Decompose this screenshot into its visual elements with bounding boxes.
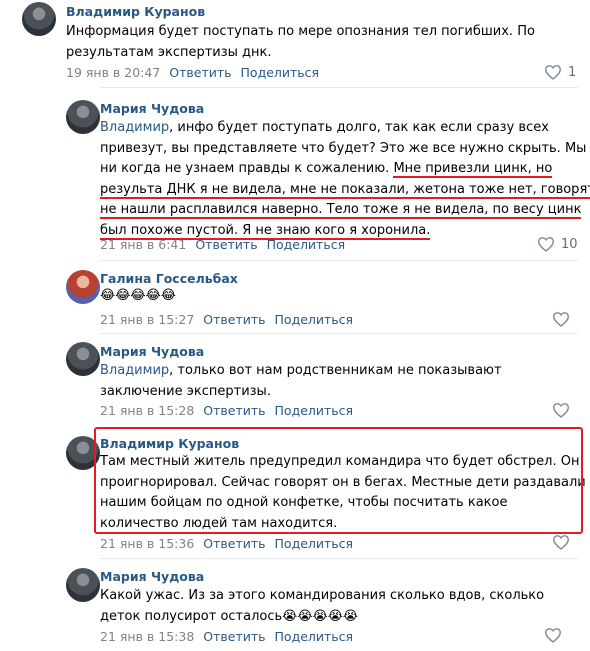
comment-line: не нашли расплавился наверно. Тело тоже … — [100, 200, 590, 221]
divider — [100, 87, 578, 88]
comment-date[interactable]: 21 янв в 15:28 — [100, 403, 194, 418]
like-count: 10 — [561, 236, 578, 252]
comment-author[interactable]: Владимир Куранов — [66, 4, 205, 19]
comment-line: привезут, вы представляете что будет? Эт… — [100, 140, 587, 156]
underlined-text: результа ДНК я не видела, мне не показал… — [100, 181, 590, 199]
like-button[interactable] — [544, 627, 562, 643]
comment-author[interactable]: Мария Чудова — [100, 344, 204, 359]
comment-author[interactable]: Мария Чудова — [100, 101, 204, 116]
like-button[interactable] — [552, 402, 570, 418]
share-button[interactable]: Поделиться — [275, 629, 354, 644]
heart-icon — [552, 403, 570, 418]
divider — [100, 558, 578, 559]
share-button[interactable]: Поделиться — [267, 237, 346, 252]
comment-line: деток полусирот осталось😭😭😭😭😭 — [100, 608, 359, 624]
comment-date[interactable]: 21 янв в 15:38 — [100, 629, 194, 644]
comment-meta: 21 янв в 15:28 Ответить Поделиться — [100, 403, 353, 418]
comment-meta: 21 янв в 15:36 Ответить Поделиться — [100, 536, 353, 551]
divider — [100, 333, 578, 334]
comment-line: Какой ужас. Из за этого командирования с… — [100, 588, 545, 603]
reply-button[interactable]: Ответить — [203, 536, 265, 551]
reply-button[interactable]: Ответить — [203, 312, 265, 327]
comment-date[interactable]: 21 янв в 15:27 — [100, 312, 194, 327]
like-button[interactable]: 10 — [537, 236, 578, 252]
comment-text: Информация будет поступать по мере опозн… — [66, 22, 535, 63]
divider — [100, 260, 578, 261]
comment-line: заключение экспертизы. — [100, 383, 271, 399]
comment-author[interactable]: Галина Госсельбах — [100, 271, 238, 286]
comment: Владимир Куранов Информация будет поступ… — [0, 0, 590, 96]
comment-line: ни когда не узнаем правды к сожалению. М… — [100, 161, 553, 178]
share-button[interactable]: Поделиться — [275, 312, 354, 327]
heart-icon — [544, 65, 562, 80]
comment-date[interactable]: 21 янв в 15:36 — [100, 536, 194, 551]
comment-line: результатам экспертизы днк. — [66, 44, 272, 60]
heart-icon — [544, 628, 562, 643]
share-button[interactable]: Поделиться — [275, 403, 354, 418]
comment-meta: 21 янв в 6:41 Ответить Поделиться — [100, 237, 345, 252]
heart-icon — [537, 237, 555, 252]
avatar[interactable] — [22, 2, 56, 36]
comment: Галина Госсельбах 😂😂😂😂😂 21 янв в 15:27 От… — [0, 266, 590, 338]
comment-meta: 19 янв в 20:47 Ответить Поделиться — [66, 65, 319, 80]
reply-addressee[interactable]: Владимир — [100, 120, 169, 135]
reply-button[interactable]: Ответить — [169, 65, 231, 80]
share-button[interactable]: Поделиться — [241, 65, 320, 80]
underlined-text: не нашли расплавился наверно. Тело тоже … — [100, 202, 582, 219]
like-button[interactable] — [552, 534, 570, 550]
like-count: 1 — [568, 64, 577, 80]
comment-author[interactable]: Мария Чудова — [100, 569, 204, 584]
underlined-text: Мне привезли цинк, но — [393, 161, 553, 178]
reply-button[interactable]: Ответить — [203, 403, 265, 418]
share-button[interactable]: Поделиться — [275, 536, 354, 551]
avatar[interactable] — [66, 100, 100, 134]
heart-icon — [552, 312, 570, 327]
reply-addressee[interactable]: Владимир — [100, 363, 169, 378]
heart-icon — [552, 535, 570, 550]
comment: Мария Чудова Какой ужас. Из за этого ком… — [0, 562, 590, 651]
avatar[interactable] — [66, 342, 100, 376]
emoji-group: 😭😭😭😭😭 — [282, 608, 359, 624]
comment: Мария Чудова Владимир, инфо будет поступ… — [0, 96, 590, 266]
comment-text: Владимир, только вот нам родственникам н… — [100, 361, 502, 402]
comment-line: Владимир, только вот нам родственникам н… — [100, 363, 502, 378]
comment-line: результа ДНК я не видела, мне не показал… — [100, 180, 590, 201]
avatar[interactable] — [66, 568, 100, 602]
comment-text: 😂😂😂😂😂 — [100, 288, 176, 303]
reply-button[interactable]: Ответить — [203, 629, 265, 644]
like-button[interactable]: 1 — [544, 64, 576, 80]
highlight-frame — [94, 427, 583, 534]
comment-meta: 21 янв в 15:38 Ответить Поделиться — [100, 629, 353, 644]
comment-date[interactable]: 19 янв в 20:47 — [66, 65, 160, 80]
comment-text: Владимир, инфо будет поступать долго, та… — [100, 118, 590, 241]
comment-line: Владимир, инфо будет поступать долго, та… — [100, 120, 549, 135]
like-button[interactable] — [552, 311, 570, 327]
avatar[interactable] — [66, 270, 100, 304]
comment-text: Какой ужас. Из за этого командирования с… — [100, 586, 544, 627]
comment-line: Информация будет поступать по мере опозн… — [66, 24, 535, 39]
reply-button[interactable]: Ответить — [195, 237, 257, 252]
comment-date[interactable]: 21 янв в 6:41 — [100, 237, 186, 252]
comment: Мария Чудова Владимир, только вот нам ро… — [0, 338, 590, 428]
comment-meta: 21 янв в 15:27 Ответить Поделиться — [100, 312, 353, 327]
